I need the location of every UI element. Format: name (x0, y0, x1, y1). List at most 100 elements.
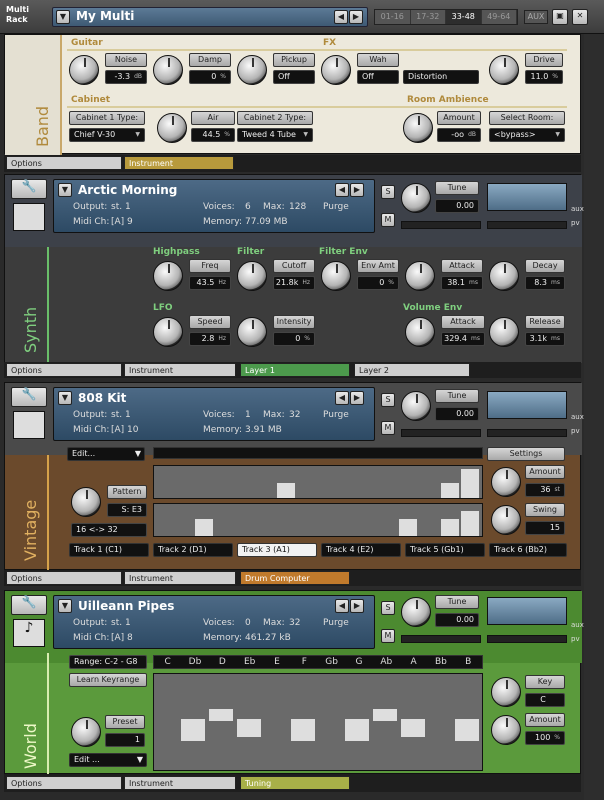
step-cell[interactable] (195, 519, 213, 536)
damp-value[interactable]: % 0 (189, 70, 231, 84)
cabinet2-select[interactable]: Tweed 4 Tube ▼ (237, 128, 313, 142)
distortion-button[interactable]: Distortion (403, 70, 479, 84)
instrument-menu-button[interactable]: ▼ (58, 183, 72, 197)
amount-knob[interactable] (491, 715, 521, 745)
tab-17-32[interactable]: 17-32 (410, 10, 446, 24)
release-knob[interactable] (489, 317, 519, 347)
tab-instrument[interactable]: Instrument (124, 363, 236, 377)
key-knob[interactable] (491, 677, 521, 707)
track-button[interactable]: Track 4 (E2) (321, 543, 401, 557)
aux-button[interactable]: AUX (524, 10, 548, 24)
prev-instrument-button[interactable]: ◀ (335, 183, 349, 197)
delete-icon[interactable]: ✕ (572, 9, 588, 25)
tab-drum-computer[interactable]: Drum Computer (240, 571, 350, 585)
tuning-bar[interactable] (373, 709, 397, 721)
tab-layer-2[interactable]: Layer 2 (354, 363, 470, 377)
pan-slider[interactable] (401, 221, 481, 229)
midi-value[interactable]: [A] 8 (111, 633, 133, 643)
edit-menu[interactable]: Edit ... ▼ (69, 753, 147, 767)
next-instrument-button[interactable]: ▶ (350, 599, 364, 613)
instrument-menu-button[interactable]: ▼ (58, 391, 72, 405)
tune-knob[interactable] (401, 183, 431, 213)
volume-slider[interactable] (487, 635, 567, 643)
track-button[interactable]: Track 6 (Bb2) (489, 543, 567, 557)
tab-options[interactable]: Options (6, 363, 122, 377)
cabinet1-select[interactable]: Chief V-30 ▼ (69, 128, 145, 142)
instrument-menu-button[interactable]: ▼ (58, 599, 72, 613)
filter-attack-knob[interactable] (405, 261, 435, 291)
save-icon[interactable]: ▣ (552, 9, 568, 25)
pattern-range[interactable]: 16 <-> 32 (71, 523, 147, 537)
tuning-bar[interactable] (455, 719, 479, 741)
step-cell[interactable] (277, 483, 295, 498)
damp-knob[interactable] (153, 55, 183, 85)
tune-value[interactable]: 0.00 (435, 199, 479, 213)
vol-attack-value[interactable]: ms 329.4 (441, 332, 485, 346)
wrench-icon[interactable]: 🔧 (11, 179, 47, 199)
midi-value[interactable]: [A] 9 (111, 217, 133, 227)
pan-slider[interactable] (401, 429, 481, 437)
tune-value[interactable]: 0.00 (435, 613, 479, 627)
pickup-knob[interactable] (237, 55, 267, 85)
tab-instrument[interactable]: Instrument (124, 156, 234, 170)
max-value[interactable]: 32 (289, 410, 300, 420)
tab-instrument[interactable]: Instrument (124, 776, 236, 790)
tab-49-64[interactable]: 49-64 (481, 10, 517, 24)
rack-scrollbar[interactable] (584, 34, 604, 800)
cutoff-value[interactable]: Hz 21.8k (273, 276, 315, 290)
tuning-bar[interactable] (181, 719, 205, 741)
purge-button[interactable]: Purge (323, 618, 349, 628)
swing-value[interactable]: 15 (525, 521, 565, 535)
tab-options[interactable]: Options (6, 776, 122, 790)
mute-button[interactable]: M (381, 213, 395, 227)
tuning-bar[interactable] (237, 719, 261, 737)
tab-options[interactable]: Options (6, 156, 122, 170)
intensity-value[interactable]: % 0 (273, 332, 315, 346)
track-button[interactable]: Track 5 (Gb1) (405, 543, 485, 557)
solo-button[interactable]: S (381, 601, 395, 615)
prev-instrument-button[interactable]: ◀ (335, 391, 349, 405)
step-cell[interactable] (441, 483, 459, 498)
drive-value[interactable]: % 11.0 (525, 70, 563, 84)
tab-instrument[interactable]: Instrument (124, 571, 236, 585)
instrument-name[interactable]: Uilleann Pipes (78, 599, 174, 613)
volume-slider[interactable] (487, 221, 567, 229)
next-instrument-button[interactable]: ▶ (350, 183, 364, 197)
pv-label[interactable]: pv (571, 427, 580, 435)
multi-menu-button[interactable]: ▼ (56, 10, 70, 24)
cutoff-knob[interactable] (237, 261, 267, 291)
freq-value[interactable]: Hz 43.5 (189, 276, 231, 290)
preset-value[interactable]: 1 (105, 733, 145, 747)
pattern-knob[interactable] (71, 487, 101, 517)
tab-tuning[interactable]: Tuning (240, 776, 350, 790)
tuning-bar[interactable] (209, 709, 233, 721)
max-value[interactable]: 32 (289, 618, 300, 628)
tab-layer-1[interactable]: Layer 1 (240, 363, 350, 377)
volume-slider[interactable] (487, 429, 567, 437)
instrument-name[interactable]: 808 Kit (78, 391, 126, 405)
tune-knob[interactable] (401, 391, 431, 421)
intensity-knob[interactable] (237, 317, 267, 347)
keyrange-display[interactable]: Range: C-2 - G8 (69, 655, 147, 669)
speed-knob[interactable] (153, 317, 183, 347)
solo-button[interactable]: S (381, 393, 395, 407)
step-cell[interactable] (399, 519, 417, 536)
track-button-selected[interactable]: Track 3 (A1) (237, 543, 317, 557)
room-select[interactable]: <bypass> ▼ (489, 128, 565, 142)
tab-33-48[interactable]: 33-48 (446, 10, 482, 24)
release-value[interactable]: ms 3.1k (525, 332, 565, 346)
aux-label[interactable]: aux (571, 621, 584, 629)
tune-knob[interactable] (401, 597, 431, 627)
output-value[interactable]: st. 1 (111, 618, 131, 628)
speed-value[interactable]: Hz 2.8 (189, 332, 231, 346)
amount-value[interactable]: st 36 (525, 483, 565, 497)
step-cell[interactable] (461, 469, 479, 498)
noise-value[interactable]: dB -3.3 (105, 70, 147, 84)
pv-label[interactable]: pv (571, 635, 580, 643)
pickup-value[interactable]: Off (273, 70, 315, 84)
pan-slider[interactable] (401, 635, 481, 643)
pv-label[interactable]: pv (571, 219, 580, 227)
tune-value[interactable]: 0.00 (435, 407, 479, 421)
noise-knob[interactable] (69, 55, 99, 85)
next-multi-button[interactable]: ▶ (349, 10, 363, 24)
